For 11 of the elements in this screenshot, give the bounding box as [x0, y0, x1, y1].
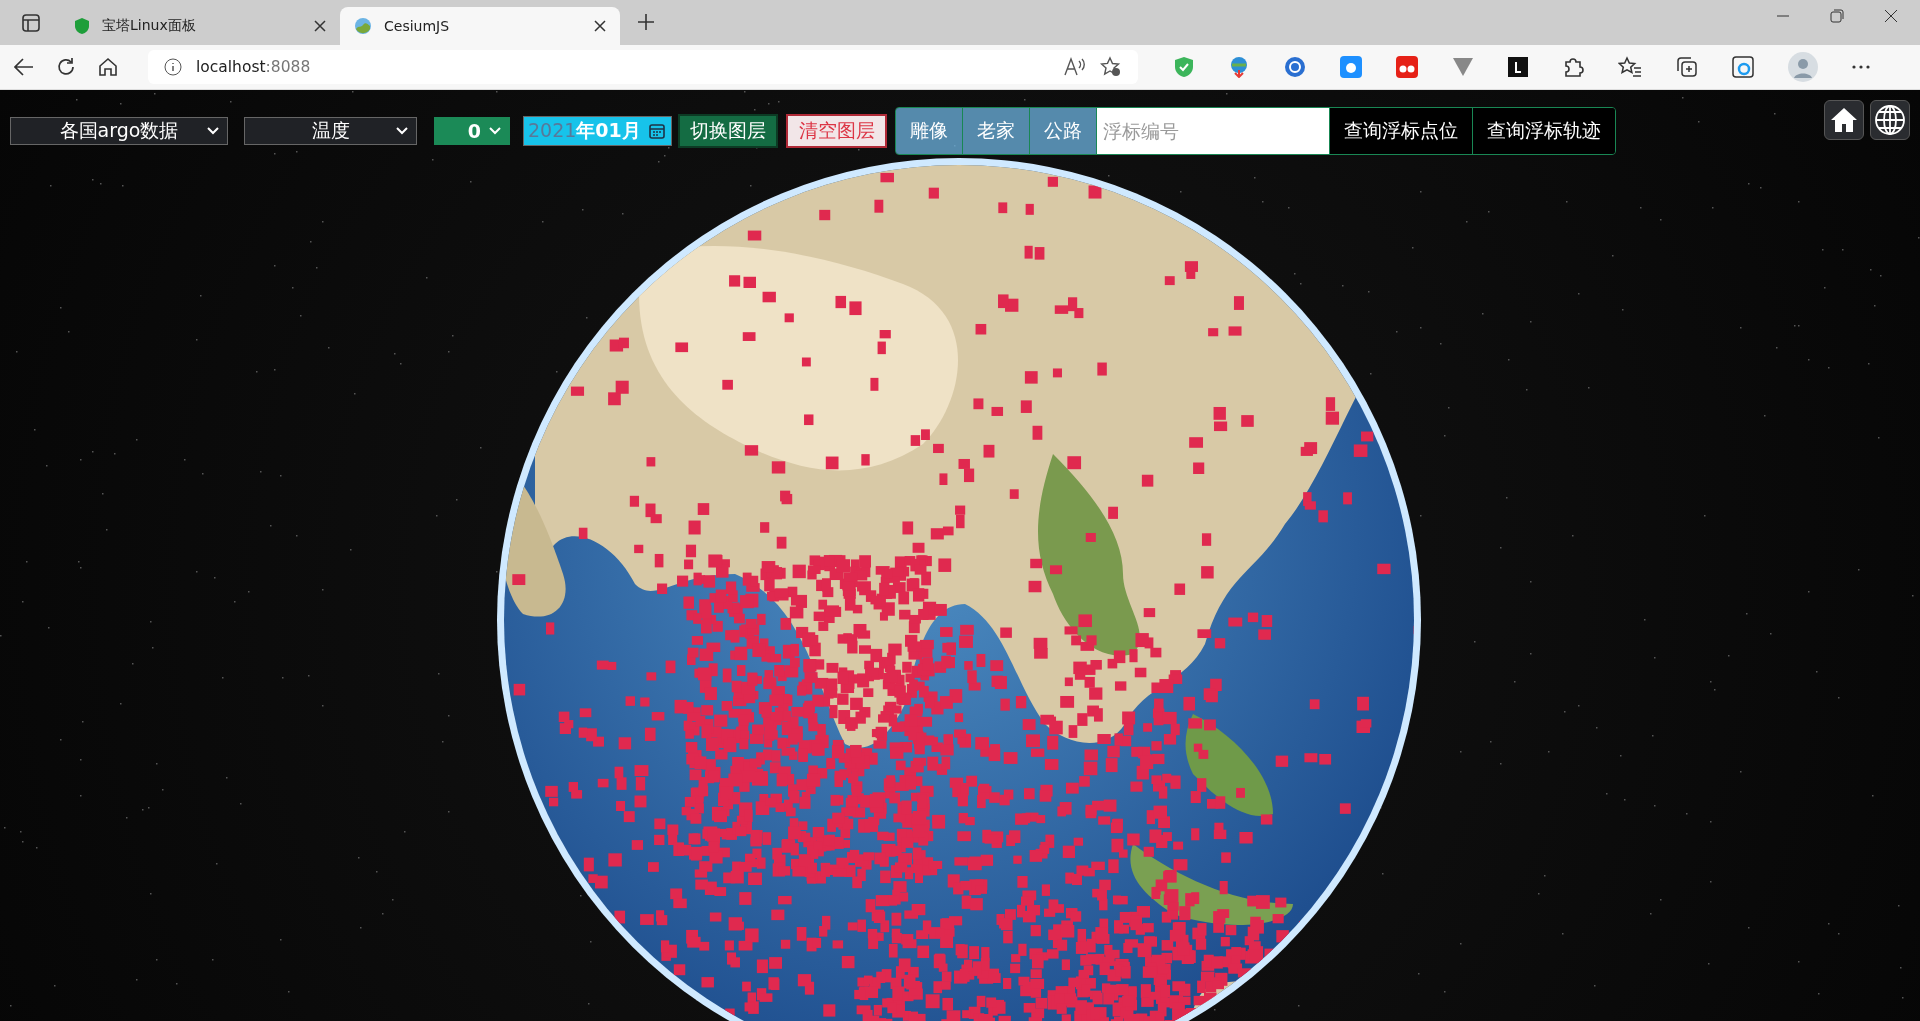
url-text: localhost:8088 [196, 58, 311, 76]
variable-dropdown[interactable]: 温度 [244, 117, 417, 145]
dataset-dropdown[interactable]: 各国argo数据 [10, 117, 228, 145]
tab-title: 宝塔Linux面板 [102, 17, 197, 35]
browser-tab[interactable]: 宝塔Linux面板 [60, 7, 340, 45]
clear-layer-button[interactable]: 清空图层 [786, 114, 887, 148]
browser-tab[interactable]: CesiumJS [340, 7, 620, 45]
tab-title: CesiumJS [384, 18, 451, 34]
depth-dropdown[interactable]: 0 [434, 117, 510, 145]
switch-layer-button[interactable]: 切换图层 [678, 114, 778, 148]
address-bar[interactable]: localhost:8088 [148, 50, 1138, 84]
